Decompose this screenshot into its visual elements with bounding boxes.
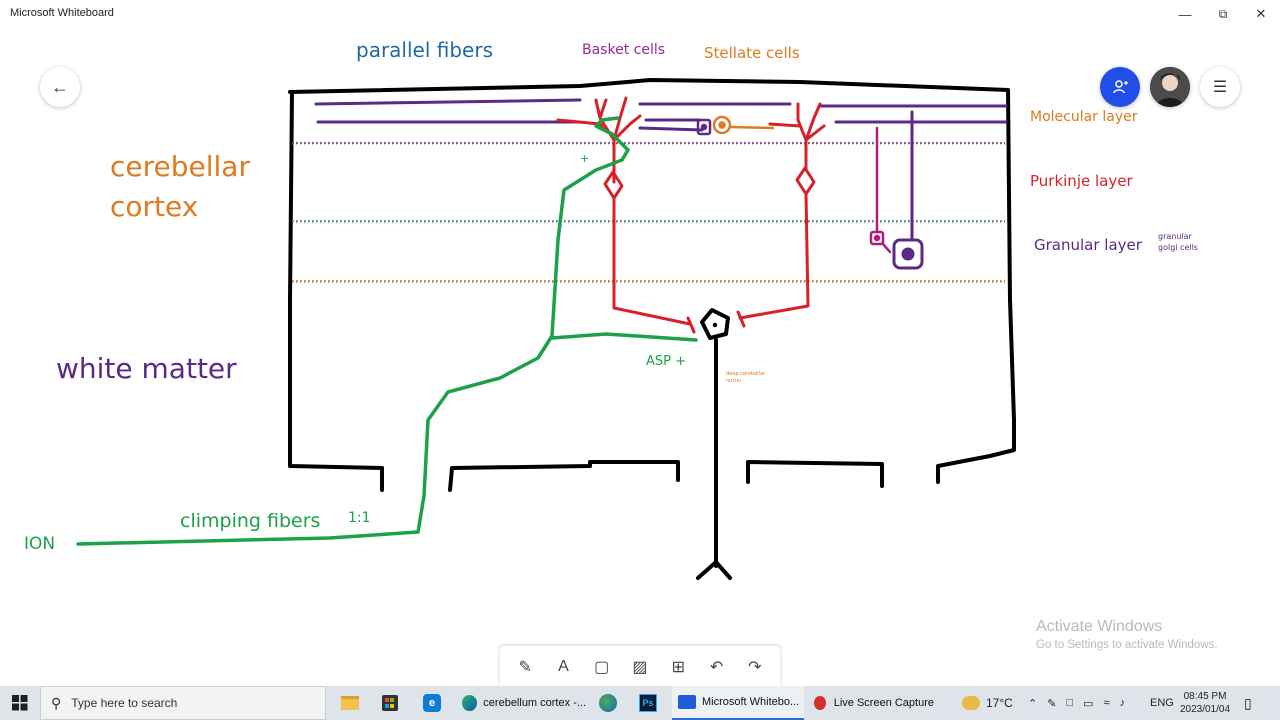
undo-icon[interactable]: ↶ bbox=[702, 652, 732, 682]
volume-icon[interactable]: ♪ bbox=[1120, 697, 1126, 709]
deep-nuclei-neuron bbox=[696, 308, 732, 580]
chevron-up-icon[interactable]: ⌃ bbox=[1028, 697, 1037, 710]
granular-cell bbox=[869, 126, 892, 254]
taskbar-search[interactable]: ⚲ Type here to search bbox=[40, 686, 326, 720]
parallel-fibers bbox=[314, 98, 1008, 242]
label-asp: ASP + bbox=[646, 354, 687, 369]
cortex-outline-left bbox=[288, 90, 384, 492]
label-golgi-cells: golgi cells bbox=[1158, 243, 1198, 252]
basket-cell bbox=[696, 118, 712, 136]
label-parallel-fibers: parallel fibers bbox=[356, 38, 494, 62]
label-granular-small: granular bbox=[1158, 232, 1192, 241]
app-title: Microsoft Whiteboard bbox=[10, 7, 114, 19]
add-person-icon bbox=[1113, 80, 1128, 94]
taskbar-app-edge[interactable]: cerebellum cortex -... bbox=[456, 686, 586, 720]
taskbar: ⚲ Type here to search e cerebellum corte… bbox=[0, 686, 1280, 720]
purkinje-cell-2 bbox=[736, 102, 826, 328]
watermark-subtitle: Go to Settings to activate Windows. bbox=[1036, 639, 1218, 651]
label-plus: + bbox=[580, 152, 590, 165]
photoshop-icon[interactable]: Ps bbox=[630, 689, 666, 717]
taskbar-app-label: cerebellum cortex -... bbox=[483, 697, 586, 709]
label-cortex: cortex bbox=[110, 190, 199, 223]
start-button[interactable] bbox=[0, 686, 40, 720]
file-explorer-icon[interactable] bbox=[332, 689, 368, 717]
devices-icon[interactable]: □ bbox=[1066, 697, 1073, 709]
wifi-icon[interactable]: ≈ bbox=[1104, 697, 1110, 709]
white-matter-segment-2 bbox=[746, 460, 884, 488]
taskbar-app-label: Live Screen Capture bbox=[833, 697, 934, 709]
store-icon[interactable] bbox=[372, 689, 408, 717]
search-placeholder: Type here to search bbox=[71, 696, 178, 710]
pen-tray-icon[interactable]: ✎ bbox=[1047, 697, 1056, 710]
image-icon[interactable]: ▨ bbox=[625, 652, 655, 682]
hamburger-menu-icon: ☰ bbox=[1212, 79, 1228, 96]
insert-icon[interactable]: ⊞ bbox=[663, 652, 693, 682]
pen-icon[interactable]: ✎ bbox=[510, 652, 540, 682]
sticky-note-icon[interactable]: ▢ bbox=[587, 652, 617, 682]
drawing-toolbar: ✎ A ▢ ▨ ⊞ ↶ ↷ bbox=[500, 646, 780, 688]
golgi-cell bbox=[892, 238, 924, 270]
whiteboard-canvas[interactable]: ← ☰ parallel fibers Basket cells Stellat… bbox=[0, 28, 1280, 686]
label-molecular-layer: Molecular layer bbox=[1030, 109, 1138, 125]
menu-button[interactable]: ☰ bbox=[1200, 67, 1240, 107]
whiteboard-icon bbox=[678, 695, 696, 709]
clock[interactable]: 08:45 PM 2023/01/04 bbox=[1180, 686, 1230, 720]
taskbar-app-capture[interactable]: Live Screen Capture bbox=[808, 686, 934, 720]
weather-temp: 17°C bbox=[986, 696, 1013, 710]
weather-icon bbox=[962, 696, 980, 710]
arrow-left-icon: ← bbox=[51, 76, 69, 97]
edge-icon bbox=[462, 695, 478, 711]
activate-windows-watermark: Activate Windows Go to Settings to activ… bbox=[1036, 618, 1218, 651]
white-matter-segment-1 bbox=[448, 460, 680, 492]
label-climbing-fibers: climping fibers bbox=[180, 510, 321, 532]
globe-app-icon[interactable] bbox=[590, 689, 626, 717]
share-button[interactable] bbox=[1100, 67, 1140, 107]
watermark-title: Activate Windows bbox=[1036, 618, 1163, 635]
label-purkinje-layer: Purkinje layer bbox=[1030, 172, 1133, 190]
minimize-button[interactable]: — bbox=[1166, 0, 1204, 28]
taskbar-app-whiteboard[interactable]: Microsoft Whitebo... bbox=[672, 686, 804, 720]
label-deep-nuclei-1: deep cerebellar bbox=[726, 371, 766, 377]
label-deep-nuclei-2: nuclei bbox=[726, 378, 741, 384]
clock-time: 08:45 PM bbox=[1183, 691, 1227, 702]
label-ratio: 1:1 bbox=[348, 510, 371, 526]
purkinje-cell-1 bbox=[556, 96, 696, 334]
notifications-icon[interactable]: ▯ bbox=[1244, 686, 1252, 720]
edge-app-icon[interactable]: e bbox=[414, 689, 450, 717]
weather-widget[interactable]: 17°C bbox=[962, 686, 1013, 720]
text-icon[interactable]: A bbox=[548, 652, 578, 682]
label-white-matter: white matter bbox=[56, 352, 237, 385]
system-tray-icons: ⌃ ✎ □ ▭ ≈ ♪ bbox=[1028, 686, 1125, 720]
battery-icon[interactable]: ▭ bbox=[1083, 697, 1093, 710]
user-avatar[interactable] bbox=[1150, 67, 1190, 107]
label-cerebellar: cerebellar bbox=[110, 150, 250, 183]
close-button[interactable]: ✕ bbox=[1242, 0, 1280, 28]
record-icon bbox=[814, 696, 826, 710]
label-ion: ION bbox=[24, 534, 56, 554]
taskbar-app-label: Microsoft Whitebo... bbox=[702, 696, 800, 708]
avatar-image bbox=[1150, 67, 1190, 107]
climbing-fiber-branch bbox=[550, 332, 698, 342]
redo-icon[interactable]: ↷ bbox=[740, 652, 770, 682]
label-basket-cells: Basket cells bbox=[582, 42, 666, 58]
label-stellate-cells: Stellate cells bbox=[704, 44, 800, 62]
maximize-button[interactable]: ⧉ bbox=[1204, 0, 1242, 28]
label-granular-layer: Granular layer bbox=[1034, 236, 1142, 254]
clock-date: 2023/01/04 bbox=[1180, 704, 1231, 715]
language-indicator[interactable]: ENG bbox=[1150, 686, 1174, 720]
windows-logo-icon bbox=[12, 695, 28, 711]
stellate-cell bbox=[712, 115, 775, 135]
search-icon: ⚲ bbox=[51, 694, 62, 711]
title-bar: Microsoft Whiteboard — ⧉ ✕ bbox=[0, 0, 1280, 28]
back-button[interactable]: ← bbox=[40, 67, 80, 107]
